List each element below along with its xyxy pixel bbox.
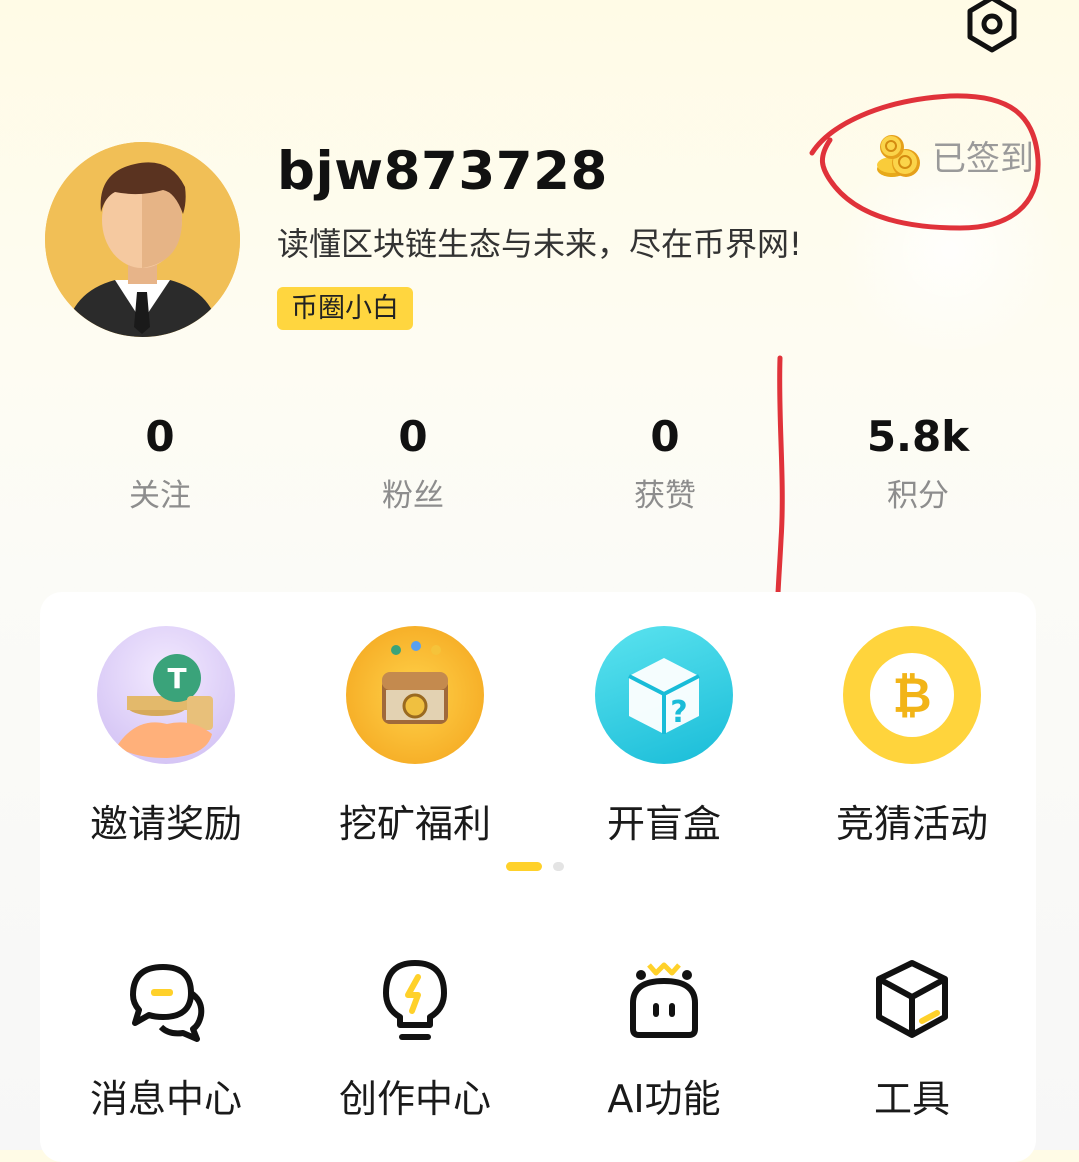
feature-mystery-box[interactable]: ? 开盲盒 <box>544 626 784 848</box>
lightbulb-icon <box>383 960 447 1040</box>
feature-invite-reward[interactable]: T 邀请奖励 <box>46 626 286 848</box>
user-level-badge: 币圈小白 <box>277 287 413 330</box>
feature-label: 挖矿福利 <box>338 802 491 846</box>
stat-value: 0 <box>398 412 428 461</box>
username: bjw873728 <box>277 141 608 202</box>
tool-ai-features[interactable]: AI功能 <box>544 955 784 1123</box>
cube-icon <box>876 960 948 1038</box>
tool-label: 工具 <box>873 1077 950 1121</box>
stat-value: 5.8k <box>866 412 970 461</box>
checkin-status-label: 已签到 <box>932 138 1034 179</box>
svg-text:?: ? <box>670 695 687 730</box>
stat-label: 关注 <box>129 478 191 515</box>
pager-dot-active[interactable] <box>506 862 542 871</box>
avatar[interactable] <box>45 142 240 337</box>
feature-label: 竞猜活动 <box>835 802 988 846</box>
stat-label: 获赞 <box>634 478 696 515</box>
treasure-chest-icon <box>346 626 484 764</box>
stat-label: 粉丝 <box>382 478 444 515</box>
stat-following[interactable]: 0 关注 <box>60 412 260 515</box>
gold-coins-icon <box>877 135 920 177</box>
stat-label: 积分 <box>887 478 949 515</box>
bitcoin-icon: ₿ <box>843 626 981 764</box>
robot-icon <box>630 962 698 1038</box>
feature-mining-bonus[interactable]: 挖矿福利 <box>295 626 535 848</box>
tool-label: 创作中心 <box>338 1077 491 1121</box>
feature-label: 开盲盒 <box>606 802 721 846</box>
tool-label: AI功能 <box>607 1077 721 1121</box>
tool-label: 消息中心 <box>89 1077 242 1121</box>
svg-text:T: T <box>167 662 186 695</box>
pager-dot[interactable] <box>553 862 564 871</box>
chat-bubbles-icon <box>130 964 205 1042</box>
feature-guess-event[interactable]: ₿ 竞猜活动 <box>792 626 1032 848</box>
tool-message-center[interactable]: 消息中心 <box>46 955 286 1123</box>
stat-followers[interactable]: 0 粉丝 <box>313 412 513 515</box>
stat-points[interactable]: 5.8k 积分 <box>818 412 1018 515</box>
profile-slogan: 读懂区块链生态与未来，尽在币界网! <box>277 225 802 263</box>
stat-value: 0 <box>145 412 175 461</box>
tool-tools[interactable]: 工具 <box>792 955 1032 1123</box>
tool-creator-center[interactable]: 创作中心 <box>295 955 535 1123</box>
stat-likes[interactable]: 0 获赞 <box>565 412 765 515</box>
checkin-button[interactable]: 已签到 <box>872 125 1034 185</box>
avatar-person-icon <box>45 142 240 337</box>
svg-text:₿: ₿ <box>892 668 931 724</box>
mystery-box-icon: ? <box>595 626 733 764</box>
invite-reward-icon: T <box>97 626 235 764</box>
stat-value: 0 <box>650 412 680 461</box>
settings-icon[interactable] <box>962 0 1022 54</box>
feature-label: 邀请奖励 <box>89 802 242 846</box>
